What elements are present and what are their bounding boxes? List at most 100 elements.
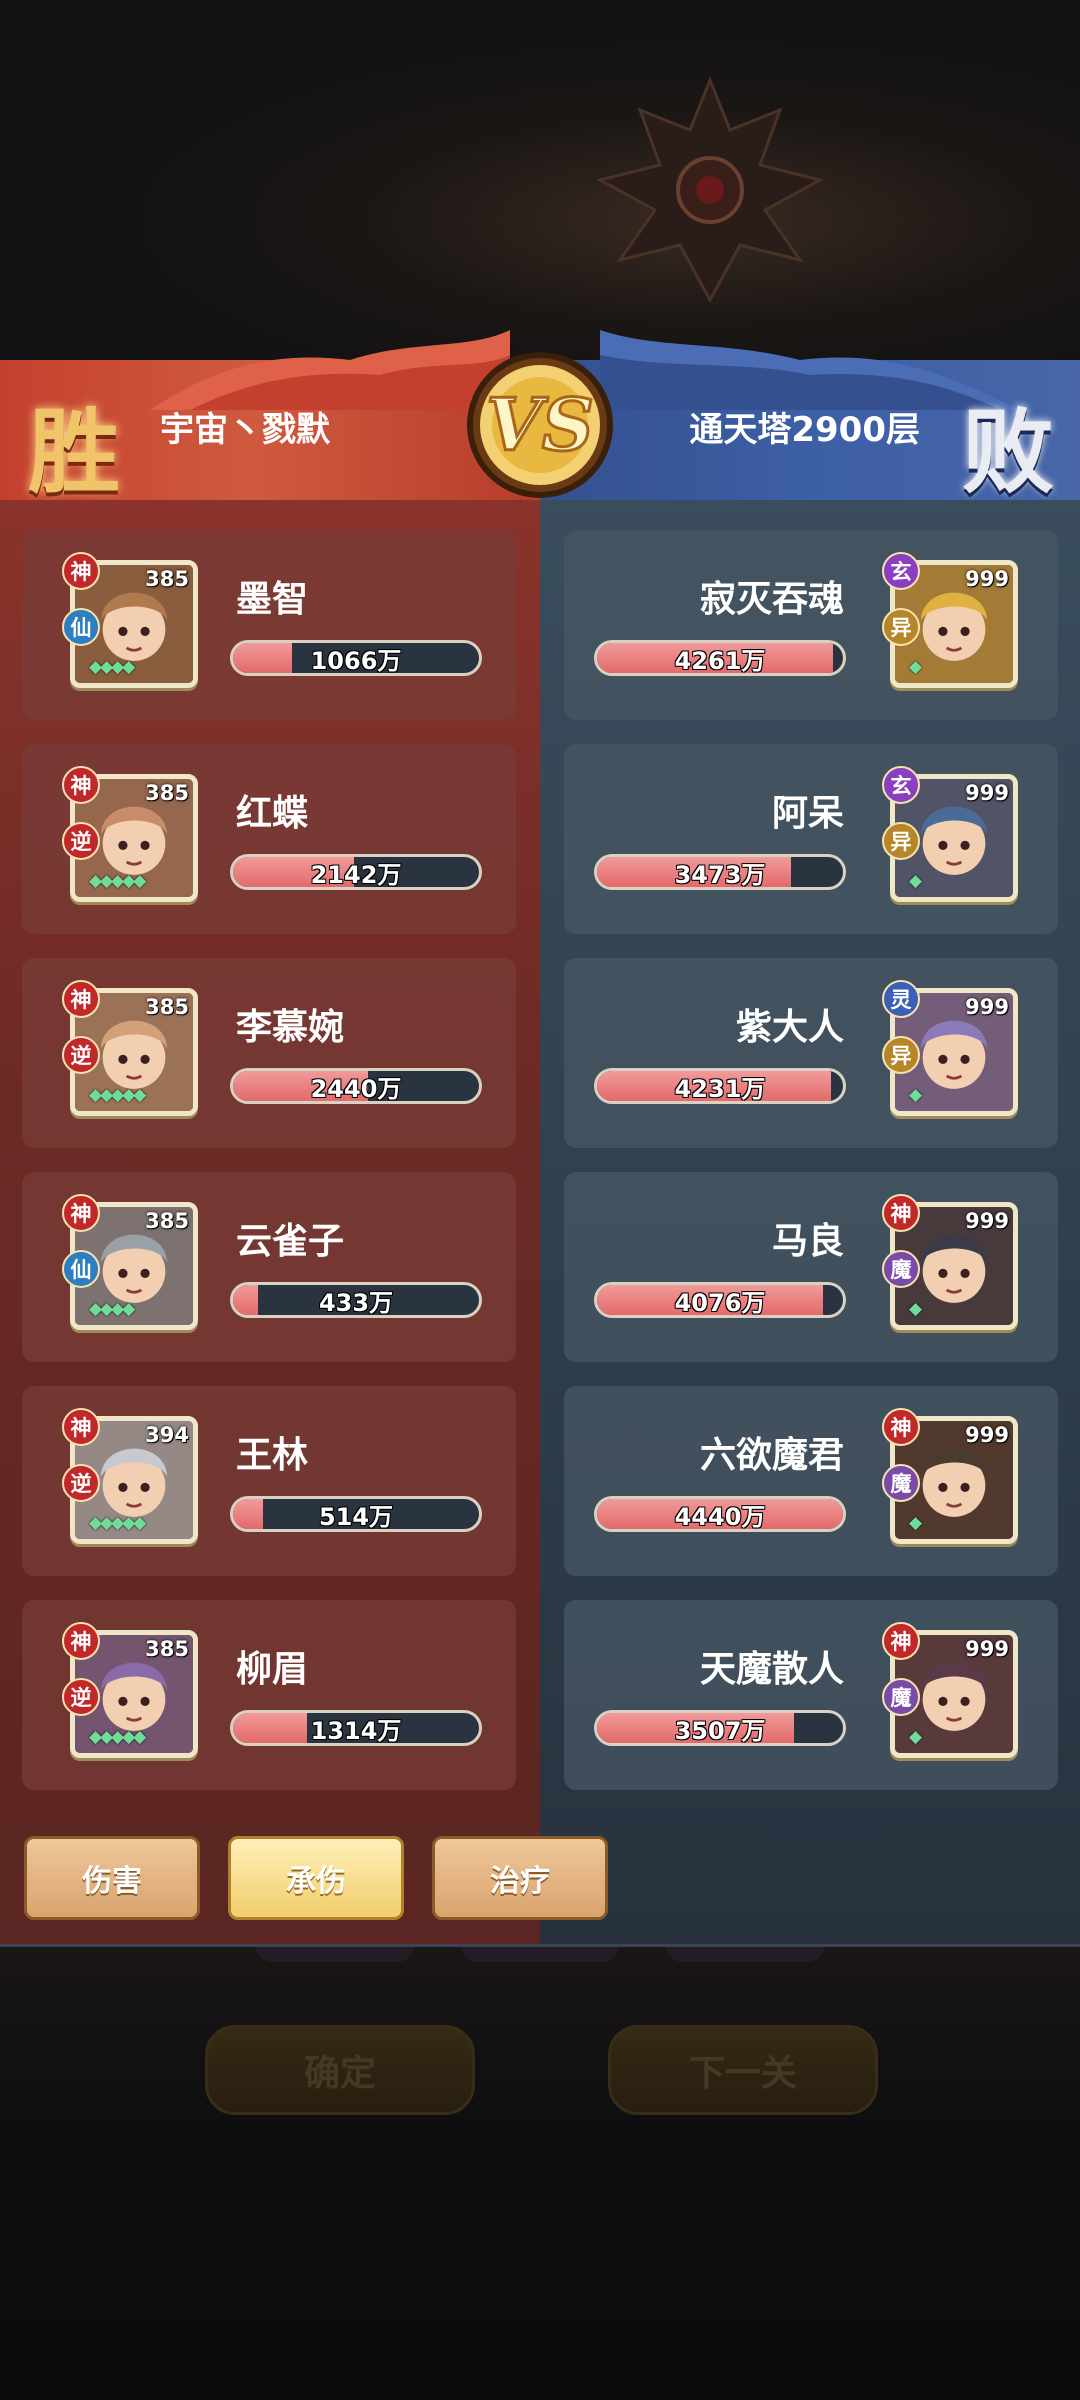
- faction-badge: 神: [62, 1622, 100, 1660]
- confirm-button[interactable]: 确定: [205, 2025, 475, 2115]
- star-gems-icon: ◆: [909, 1513, 922, 1533]
- damage-taken-value: 3473万: [674, 860, 766, 889]
- opponent-hero-card[interactable]: 999 ◆ 神 魔 马良 4076万: [564, 1172, 1058, 1362]
- damage-taken-bar: 4261万: [594, 640, 846, 676]
- faction-badge: 神: [62, 1408, 100, 1446]
- hero-level: 385: [145, 781, 189, 805]
- opponent-hero-card[interactable]: 999 ◆ 灵 异 紫大人 4231万: [564, 958, 1058, 1148]
- hero-name: 王林: [236, 1435, 309, 1476]
- star-gems-icon: ◆◆◆◆: [89, 657, 135, 677]
- win-label: 胜: [28, 398, 121, 506]
- damage-taken-bar: 3473万: [594, 854, 846, 890]
- star-gems-icon: ◆: [909, 1727, 922, 1747]
- hero-name: 马良: [771, 1221, 844, 1262]
- damage-taken-bar: 4231万: [594, 1068, 846, 1104]
- class-badge: 魔: [882, 1464, 920, 1502]
- damage-taken-value: 514万: [318, 1502, 394, 1531]
- opponent-hero-card[interactable]: 999 ◆ 玄 异 阿呆 3473万: [564, 744, 1058, 934]
- star-gems-icon: ◆: [909, 1299, 922, 1319]
- blue-flame-decoration: [600, 330, 1020, 410]
- hero-name: 红蝶: [236, 793, 309, 834]
- damage-taken-value: 1314万: [310, 1716, 402, 1745]
- battle-result-banner: 胜 宇宙丶戮默 通天塔2900层 败 VS: [0, 330, 1080, 506]
- star-gems-icon: ◆◆◆◆◆: [89, 1085, 146, 1105]
- next-level-button[interactable]: 下一关: [608, 2025, 878, 2115]
- hero-level: 385: [145, 1637, 189, 1661]
- class-badge: 异: [882, 1036, 920, 1074]
- vs-text: VS: [486, 382, 594, 467]
- class-badge: 逆: [62, 822, 100, 860]
- class-badge: 逆: [62, 1464, 100, 1502]
- hero-level: 999: [965, 567, 1009, 591]
- damage-taken-value: 433万: [318, 1288, 394, 1317]
- class-badge: 异: [882, 608, 920, 646]
- hero-name: 墨智: [236, 579, 309, 620]
- faction-badge: 神: [62, 766, 100, 804]
- star-gems-icon: ◆: [909, 871, 922, 891]
- bottom-background: [0, 1945, 1080, 2400]
- damage-taken-value: 1066万: [310, 646, 402, 675]
- player-hero-card[interactable]: 385 ◆◆◆◆◆ 神 逆 红蝶 2142万: [22, 744, 516, 934]
- star-gems-icon: ◆◆◆◆: [89, 1299, 135, 1319]
- star-gems-icon: ◆◆◆◆◆: [89, 1513, 146, 1533]
- player-hero-card[interactable]: 385 ◆◆◆◆ 神 仙 墨智 1066万: [22, 530, 516, 720]
- hero-name: 李慕婉: [236, 1007, 345, 1048]
- class-badge: 仙: [62, 608, 100, 646]
- opponent-hero-card[interactable]: 999 ◆ 神 魔 六欲魔君 4440万: [564, 1386, 1058, 1576]
- faction-badge: 灵: [882, 980, 920, 1018]
- tab-damage[interactable]: 伤害: [24, 1836, 200, 1920]
- star-gems-icon: ◆: [909, 1085, 922, 1105]
- hero-level: 394: [145, 1423, 189, 1447]
- tab-healing[interactable]: 治疗: [432, 1836, 608, 1920]
- damage-taken-bar: 4076万: [594, 1282, 846, 1318]
- damage-taken-bar: 514万: [230, 1496, 482, 1532]
- opponent-team-name: 通天塔2900层: [689, 410, 920, 450]
- hero-level: 385: [145, 567, 189, 591]
- lose-label: 败: [961, 398, 1054, 506]
- hero-level: 999: [965, 1209, 1009, 1233]
- damage-taken-bar: 4440万: [594, 1496, 846, 1532]
- top-background: [0, 0, 1080, 360]
- faction-badge: 神: [882, 1622, 920, 1660]
- class-badge: 异: [882, 822, 920, 860]
- hero-level: 385: [145, 1209, 189, 1233]
- player-hero-card[interactable]: 385 ◆◆◆◆◆ 神 逆 柳眉 1314万: [22, 1600, 516, 1790]
- damage-taken-value: 4261万: [674, 646, 766, 675]
- tab-damage-taken[interactable]: 承伤: [228, 1836, 404, 1920]
- faction-badge: 玄: [882, 766, 920, 804]
- faction-badge: 神: [882, 1408, 920, 1446]
- panel-bottom-divider: [0, 1944, 1080, 1947]
- damage-taken-value: 4076万: [674, 1288, 766, 1317]
- class-badge: 魔: [882, 1250, 920, 1288]
- faction-badge: 神: [62, 552, 100, 590]
- class-badge: 仙: [62, 1250, 100, 1288]
- damage-taken-bar: 433万: [230, 1282, 482, 1318]
- damage-taken-bar: 2440万: [230, 1068, 482, 1104]
- hero-level: 999: [965, 781, 1009, 805]
- player-hero-card[interactable]: 385 ◆◆◆◆ 神 仙 云雀子 433万: [22, 1172, 516, 1362]
- damage-taken-value: 2142万: [310, 860, 402, 889]
- faction-badge: 玄: [882, 552, 920, 590]
- hero-name: 紫大人: [735, 1007, 844, 1048]
- player-hero-card[interactable]: 385 ◆◆◆◆◆ 神 逆 李慕婉 2440万: [22, 958, 516, 1148]
- damage-taken-bar: 3507万: [594, 1710, 846, 1746]
- damage-taken-bar: 1066万: [230, 640, 482, 676]
- damage-taken-bar: 2142万: [230, 854, 482, 890]
- player-hero-card[interactable]: 394 ◆◆◆◆◆ 神 逆 王林 514万: [22, 1386, 516, 1576]
- hero-name: 六欲魔君: [699, 1435, 844, 1476]
- opponent-hero-card[interactable]: 999 ◆ 玄 异 寂灭吞魂 4261万: [564, 530, 1058, 720]
- star-gems-icon: ◆◆◆◆◆: [89, 871, 146, 891]
- hero-name: 云雀子: [236, 1221, 345, 1262]
- damage-taken-value: 4231万: [674, 1074, 766, 1103]
- damage-taken-bar: 1314万: [230, 1710, 482, 1746]
- hero-level: 999: [965, 1423, 1009, 1447]
- damage-taken-value: 2440万: [310, 1074, 402, 1103]
- hero-level: 385: [145, 995, 189, 1019]
- damage-taken-value: 4440万: [674, 1502, 766, 1531]
- tower-emblem-icon: [595, 75, 825, 304]
- opponent-hero-card[interactable]: 999 ◆ 神 魔 天魔散人 3507万: [564, 1600, 1058, 1790]
- class-badge: 逆: [62, 1036, 100, 1074]
- class-badge: 逆: [62, 1678, 100, 1716]
- star-gems-icon: ◆: [909, 657, 922, 677]
- hero-name: 阿呆: [771, 793, 844, 834]
